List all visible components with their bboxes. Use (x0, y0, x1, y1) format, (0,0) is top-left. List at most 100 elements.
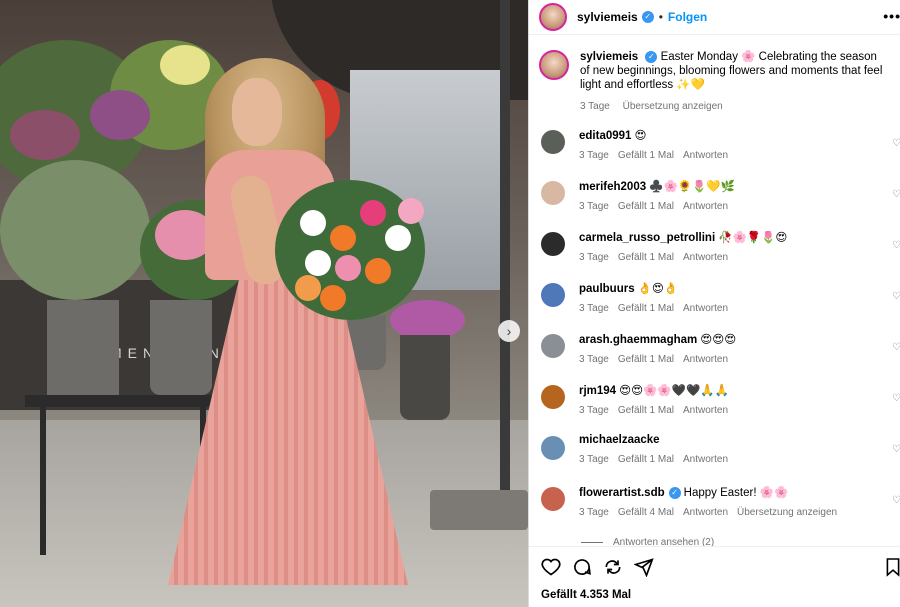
heart-icon[interactable]: ♡ (892, 495, 900, 506)
comment: rjm194 😍😍🌸🌸🖤🖤🙏🙏 3 Tage Gefällt 1 Mal Antwor… (541, 383, 900, 423)
caption-time[interactable]: 3 Tage (580, 101, 610, 112)
reply-button[interactable]: Antworten (683, 405, 728, 416)
heart-icon[interactable]: ♡ (892, 240, 900, 251)
bouquet-flower (365, 258, 391, 284)
comment-username[interactable]: edita0991 (579, 130, 631, 142)
comment-text: 😍😍😍 (700, 334, 737, 346)
reply-button[interactable]: Antworten (683, 150, 728, 161)
bouquet-flower (398, 198, 424, 224)
comment-time[interactable]: 3 Tage (579, 150, 609, 161)
bench-leg (40, 405, 46, 555)
comment-likes[interactable]: Gefällt 1 Mal (618, 405, 674, 416)
comment-username[interactable]: arash.ghaemmagham (579, 334, 697, 346)
comment: michaelzaacke 3 Tage Gefällt 1 Mal Antwort… (541, 434, 900, 474)
reply-button[interactable]: Antworten (683, 507, 728, 518)
avatar[interactable] (541, 232, 565, 256)
heart-icon[interactable]: ♡ (892, 444, 900, 455)
verified-icon: ✓ (668, 486, 681, 499)
bloom (160, 45, 210, 85)
share-icon[interactable] (603, 557, 623, 577)
reply-button[interactable]: Antworten (683, 201, 728, 212)
verified-icon: ✓ (645, 50, 658, 63)
heart-icon[interactable]: ♡ (892, 291, 900, 302)
avatar[interactable] (541, 130, 565, 154)
username[interactable]: sylviemeis (577, 10, 638, 24)
comment-icon[interactable] (572, 557, 592, 577)
verified-icon: ✓ (641, 11, 654, 23)
pole-base (430, 490, 528, 530)
heart-icon[interactable] (541, 557, 561, 577)
heart-icon[interactable]: ♡ (892, 393, 900, 404)
likes-count[interactable]: Gefällt 4.353 Mal (541, 589, 631, 601)
action-bar: Gefällt 4.353 Mal (529, 546, 900, 607)
avatar[interactable] (539, 50, 569, 80)
avatar[interactable] (541, 385, 565, 409)
translate-link[interactable]: Übersetzung anzeigen (623, 101, 723, 112)
more-icon[interactable]: ••• (883, 8, 900, 24)
comment-likes[interactable]: Gefällt 1 Mal (618, 303, 674, 314)
reply-button[interactable]: Antworten (683, 454, 728, 465)
comment-likes[interactable]: Gefällt 1 Mal (618, 454, 674, 465)
comment-time[interactable]: 3 Tage (579, 201, 609, 212)
heart-icon[interactable]: ♡ (892, 189, 900, 200)
bloom (390, 300, 465, 340)
reply-button[interactable]: Antworten (683, 303, 728, 314)
comment-likes[interactable]: Gefällt 1 Mal (618, 201, 674, 212)
comment-time[interactable]: 3 Tage (579, 507, 609, 518)
comment-time[interactable]: 3 Tage (579, 303, 609, 314)
comment-likes[interactable]: Gefällt 1 Mal (618, 150, 674, 161)
reply-button[interactable]: Antworten (683, 354, 728, 365)
avatar[interactable] (541, 487, 565, 511)
face (232, 78, 282, 146)
bouquet-flower (295, 275, 321, 301)
translate-link[interactable]: Übersetzung anzeigen (737, 507, 837, 518)
post-panel: sylviemeis ✓ • Folgen ••• sylviemeis ✓ E… (528, 0, 900, 607)
flower-pot (400, 335, 450, 420)
next-arrow-icon[interactable]: › (498, 320, 520, 342)
comment-time[interactable]: 3 Tage (579, 454, 609, 465)
flower-pot (150, 300, 212, 395)
comment-text: 👌😍👌 (637, 283, 679, 295)
bouquet-flower (330, 225, 356, 251)
comment-username[interactable]: merifeh2003 (579, 181, 646, 193)
caption-username[interactable]: sylviemeis (580, 51, 638, 63)
heart-icon[interactable]: ♡ (892, 342, 900, 353)
comment-time[interactable]: 3 Tage (579, 354, 609, 365)
comment-likes[interactable]: Gefällt 4 Mal (618, 507, 674, 518)
avatar[interactable] (539, 3, 567, 31)
heart-icon[interactable]: ♡ (892, 138, 900, 149)
bouquet-flower (320, 285, 346, 311)
follow-button[interactable]: Folgen (668, 10, 707, 24)
comment-username[interactable]: carmela_russo_petrollini (579, 232, 715, 244)
comment: carmela_russo_petrollini 🥀🌸🌹🌷😍 3 Tage Gefä… (541, 230, 900, 270)
avatar[interactable] (541, 436, 565, 460)
flower-bush (0, 160, 150, 300)
avatar[interactable] (541, 283, 565, 307)
bouquet-flower (305, 250, 331, 276)
divider (581, 542, 603, 543)
avatar[interactable] (541, 181, 565, 205)
comment-text: ♣️🌸🌻🌷💛🌿 (649, 181, 736, 193)
send-icon[interactable] (634, 557, 654, 577)
post-photo[interactable]: MENʼ LON › (0, 0, 528, 607)
flower-pot (47, 300, 119, 405)
comment-time[interactable]: 3 Tage (579, 405, 609, 416)
comment-username[interactable]: rjm194 (579, 385, 616, 397)
comment-username[interactable]: michaelzaacke (579, 434, 660, 446)
bookmark-icon[interactable] (885, 557, 900, 577)
comment-username[interactable]: paulbuurs (579, 283, 635, 295)
comment-text: 😍😍🌸🌸🖤🖤🙏🙏 (619, 385, 729, 397)
comment-likes[interactable]: Gefällt 1 Mal (618, 354, 674, 365)
bouquet-flower (385, 225, 411, 251)
post-header: sylviemeis ✓ • Folgen ••• (529, 0, 900, 35)
comment-likes[interactable]: Gefällt 1 Mal (618, 252, 674, 263)
bloom (90, 90, 150, 140)
comment-username[interactable]: flowerartist.sdb (579, 487, 665, 499)
reply-button[interactable]: Antworten (683, 252, 728, 263)
comment: paulbuurs 👌😍👌 3 Tage Gefällt 1 Mal Antworte… (541, 281, 900, 321)
comment: edita0991 😍 3 Tage Gefällt 1 Mal Antworten … (541, 128, 900, 168)
comment-time[interactable]: 3 Tage (579, 252, 609, 263)
avatar[interactable] (541, 334, 565, 358)
bloom (10, 110, 80, 160)
comment: merifeh2003 ♣️🌸🌻🌷💛🌿 3 Tage Gefällt 1 Mal An… (541, 179, 900, 219)
